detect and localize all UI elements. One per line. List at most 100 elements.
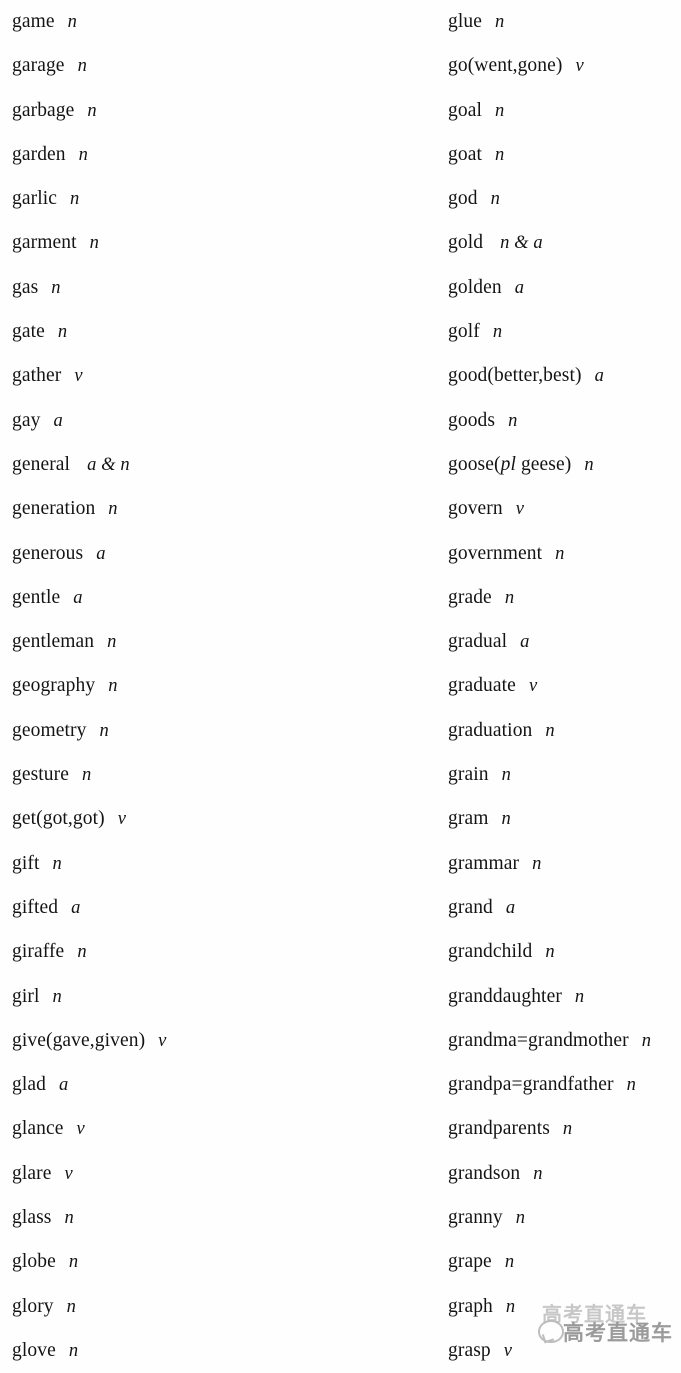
vocabulary-entry: geometry n (12, 709, 432, 753)
vocabulary-entry: grade n (448, 576, 681, 620)
vocabulary-entry: gifted a (12, 886, 432, 930)
vocabulary-inflection-marker: pl (500, 453, 516, 475)
part-of-speech-label: n (501, 765, 511, 786)
part-of-speech-label: n (501, 809, 511, 830)
part-of-speech-label: n (67, 12, 77, 32)
vocabulary-entry: grandson n (448, 1152, 681, 1196)
vocabulary-entry: gate n (12, 310, 432, 354)
vocabulary-headword: geometry (12, 719, 87, 741)
part-of-speech-label: n (77, 942, 87, 963)
part-of-speech-label: n (494, 144, 505, 165)
vocabulary-headword: game (12, 11, 55, 32)
vocabulary-headword: goal (448, 99, 482, 121)
part-of-speech-label: n (490, 189, 500, 210)
vocabulary-headword: get(got,got) (12, 808, 105, 830)
vocabulary-column-left: game n garage n garbage n garden n garlic n garmen… (12, 0, 432, 1373)
part-of-speech-label: a (53, 410, 63, 431)
vocabulary-headword: give(gave,given) (12, 1029, 146, 1051)
vocabulary-entry: garbage n (12, 89, 432, 133)
part-of-speech-label: n (515, 1208, 526, 1229)
part-of-speech-label: n (504, 1252, 515, 1273)
part-of-speech-label: n (99, 720, 109, 741)
part-of-speech-label: a (96, 543, 106, 564)
vocabulary-entry: gradual a (448, 620, 681, 664)
vocabulary-entry: gesture n (12, 753, 432, 797)
vocabulary-entry: goal n (448, 89, 681, 133)
vocabulary-entry: glare v (12, 1152, 432, 1196)
vocabulary-entry: garment n (12, 221, 432, 265)
part-of-speech-label: n (533, 1163, 543, 1184)
vocabulary-entry: girl n (12, 975, 432, 1019)
vocabulary-headword: gold (448, 232, 484, 254)
part-of-speech-label: n (555, 543, 565, 564)
vocabulary-entry: glad a (12, 1063, 432, 1107)
part-of-speech-label: n (545, 720, 555, 741)
part-of-speech-label: n (52, 853, 62, 874)
vocabulary-headword: gift (12, 852, 40, 874)
part-of-speech-label: n (78, 144, 89, 165)
part-of-speech-label: n (68, 1252, 79, 1273)
vocabulary-headword: garbage (12, 99, 75, 121)
vocabulary-entry: goose(pl geese) n (448, 443, 681, 487)
vocabulary-entry: giraffe n (12, 930, 432, 974)
part-of-speech-label: n (532, 853, 542, 874)
vocabulary-headword: gesture (12, 764, 70, 786)
vocabulary-entry: granny n (448, 1196, 681, 1240)
vocabulary-entry: garage n (12, 44, 432, 88)
vocabulary-headword: goat (448, 143, 482, 165)
part-of-speech-label: n (108, 676, 118, 697)
vocabulary-entry: gold n & a (448, 221, 681, 265)
vocabulary-entry: golden a (448, 266, 681, 310)
part-of-speech-label: v (64, 1163, 73, 1184)
part-of-speech-label: v (515, 499, 525, 520)
vocabulary-headword: grandma=grandmother (448, 1029, 629, 1051)
vocabulary-headword: grammar (448, 852, 520, 874)
part-of-speech-label: n (626, 1075, 636, 1096)
vocabulary-entry: globe n (12, 1240, 432, 1284)
vocabulary-entry: gay a (12, 399, 432, 443)
part-of-speech-label: a & n (87, 454, 130, 475)
part-of-speech-label: n (508, 410, 518, 431)
part-of-speech-label: n (87, 100, 97, 121)
vocabulary-headword: girl (12, 985, 40, 1007)
vocabulary-column-right: glue n go(went,gone) v goal n goat n god n gold n &… (448, 0, 681, 1373)
vocabulary-page: game n garage n garbage n garden n garlic n garmen… (0, 0, 681, 1369)
vocabulary-entry: glue n (448, 0, 681, 44)
vocabulary-headword: goose(pl geese) (448, 453, 572, 475)
part-of-speech-label: v (528, 676, 538, 697)
vocabulary-entry: grandma=grandmother n (448, 1019, 681, 1063)
vocabulary-entry: grain n (448, 753, 681, 797)
vocabulary-headword: god (448, 188, 478, 210)
vocabulary-headword: giraffe (12, 941, 65, 963)
vocabulary-headword: grape (448, 1251, 492, 1273)
vocabulary-headword: graph (448, 1295, 493, 1317)
vocabulary-headword: grandson (448, 1162, 521, 1184)
vocabulary-headword: grasp (448, 1339, 491, 1361)
part-of-speech-label: a (505, 897, 516, 918)
part-of-speech-label: n (51, 277, 61, 298)
vocabulary-headword: golf (448, 321, 480, 343)
part-of-speech-label: n (89, 233, 99, 254)
vocabulary-entry: granddaughter n (448, 975, 681, 1019)
vocabulary-entry: god n (448, 177, 681, 221)
vocabulary-headword: grandpa=grandfather (448, 1074, 614, 1096)
vocabulary-headword: grandchild (448, 941, 533, 963)
vocabulary-entry: graduate v (448, 664, 681, 708)
vocabulary-entry: grammar n (448, 842, 681, 886)
vocabulary-entry: gas n (12, 266, 432, 310)
vocabulary-entry: glove n (12, 1329, 432, 1373)
part-of-speech-label: n (584, 454, 594, 475)
part-of-speech-label: a (71, 897, 81, 918)
vocabulary-entry: gram n (448, 797, 681, 841)
vocabulary-headword: glance (12, 1118, 64, 1140)
part-of-speech-label: v (158, 1030, 167, 1051)
vocabulary-headword: gentle (12, 586, 61, 608)
part-of-speech-label: n (494, 100, 505, 121)
vocabulary-headword: garden (12, 143, 66, 165)
vocabulary-entry: get(got,got) v (12, 797, 432, 841)
vocabulary-entry: graduation n (448, 709, 681, 753)
part-of-speech-label: n (66, 1296, 77, 1317)
vocabulary-entry: government n (448, 532, 681, 576)
part-of-speech-label: n (57, 322, 68, 343)
vocabulary-headword: gentleman (12, 631, 95, 653)
